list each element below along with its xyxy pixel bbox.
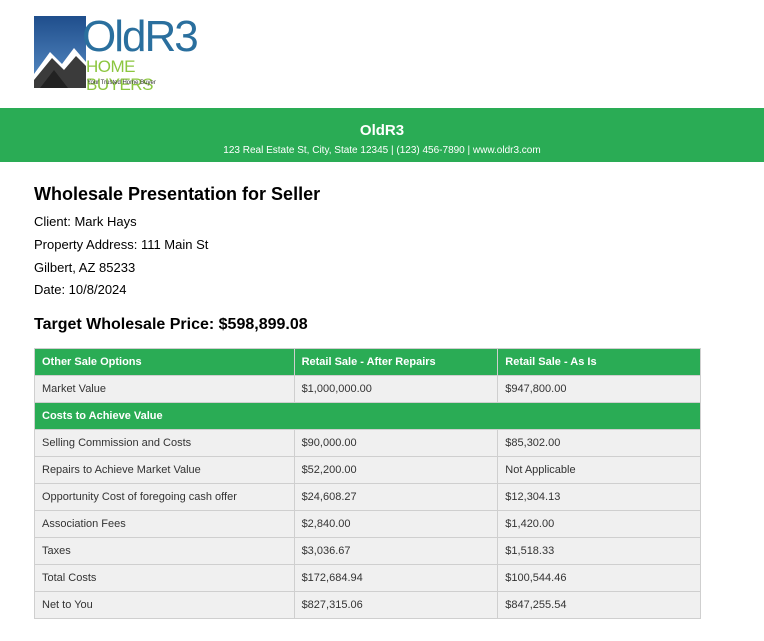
logo-tagline: Your Trusted Home Buyer	[87, 80, 156, 86]
table-row: Taxes $3,036.67 $1,518.33	[34, 537, 701, 565]
row-label: Association Fees	[34, 510, 295, 538]
row-value: Not Applicable	[497, 456, 701, 484]
row-value: $90,000.00	[293, 429, 499, 457]
company-logo: OldR3 HOME BUYERS Your Trusted Home Buye…	[34, 14, 199, 94]
company-header-band: OldR3 123 Real Estate St, City, State 12…	[0, 108, 764, 162]
row-value: $85,302.00	[497, 429, 701, 457]
table-row: Market Value $1,000,000.00 $947,800.00	[34, 375, 701, 403]
row-value: $947,800.00	[497, 375, 701, 403]
row-value: $24,608.27	[293, 483, 499, 511]
row-value: $1,420.00	[497, 510, 701, 538]
row-value: $847,255.54	[497, 591, 701, 619]
row-value: $12,304.13	[497, 483, 701, 511]
client-name: Client: Mark Hays	[34, 214, 137, 229]
row-value: $1,000,000.00	[293, 375, 499, 403]
row-value: $1,518.33	[497, 537, 701, 565]
property-address: Property Address: 111 Main St	[34, 237, 209, 252]
row-value: $3,036.67	[293, 537, 499, 565]
header-cell: Retail Sale - As Is	[497, 348, 701, 376]
row-value: $2,840.00	[293, 510, 499, 538]
table-row: Total Costs $172,684.94 $100,544.46	[34, 564, 701, 592]
row-value: $52,200.00	[293, 456, 499, 484]
document-date: Date: 10/8/2024	[34, 282, 127, 297]
row-value: $827,315.06	[293, 591, 499, 619]
row-label: Net to You	[34, 591, 295, 619]
row-value: $172,684.94	[293, 564, 499, 592]
header-cell: Retail Sale - After Repairs	[293, 348, 499, 376]
row-value: $100,544.46	[497, 564, 701, 592]
logo-subtitle: HOME BUYERS	[86, 57, 153, 94]
sale-options-table: Other Sale Options Retail Sale - After R…	[34, 348, 701, 619]
table-row: Selling Commission and Costs $90,000.00 …	[34, 429, 701, 457]
company-name: OldR3	[359, 122, 405, 139]
row-label: Market Value	[34, 375, 295, 403]
target-wholesale-price: Target Wholesale Price: $598,899.08	[34, 316, 308, 333]
row-label: Total Costs	[34, 564, 295, 592]
row-label: Opportunity Cost of foregoing cash offer	[34, 483, 295, 511]
table-header-row: Other Sale Options Retail Sale - After R…	[34, 348, 701, 376]
company-contact: 123 Real Estate St, City, State 12345 | …	[223, 145, 541, 156]
row-label: Repairs to Achieve Market Value	[34, 456, 295, 484]
table-row: Association Fees $2,840.00 $1,420.00	[34, 510, 701, 538]
table-section-row: Costs to Achieve Value	[34, 402, 701, 430]
row-label: Taxes	[34, 537, 295, 565]
logo-title: OldR3	[82, 12, 199, 61]
row-label: Selling Commission and Costs	[34, 429, 295, 457]
section-title: Costs to Achieve Value	[34, 402, 701, 430]
table-row: Net to You $827,315.06 $847,255.54	[34, 591, 701, 619]
document-title: Wholesale Presentation for Seller	[34, 184, 321, 204]
house-mountain-icon	[34, 16, 86, 88]
property-city: Gilbert, AZ 85233	[34, 260, 136, 275]
table-row: Repairs to Achieve Market Value $52,200.…	[34, 456, 701, 484]
table-row: Opportunity Cost of foregoing cash offer…	[34, 483, 701, 511]
header-cell: Other Sale Options	[34, 348, 295, 376]
